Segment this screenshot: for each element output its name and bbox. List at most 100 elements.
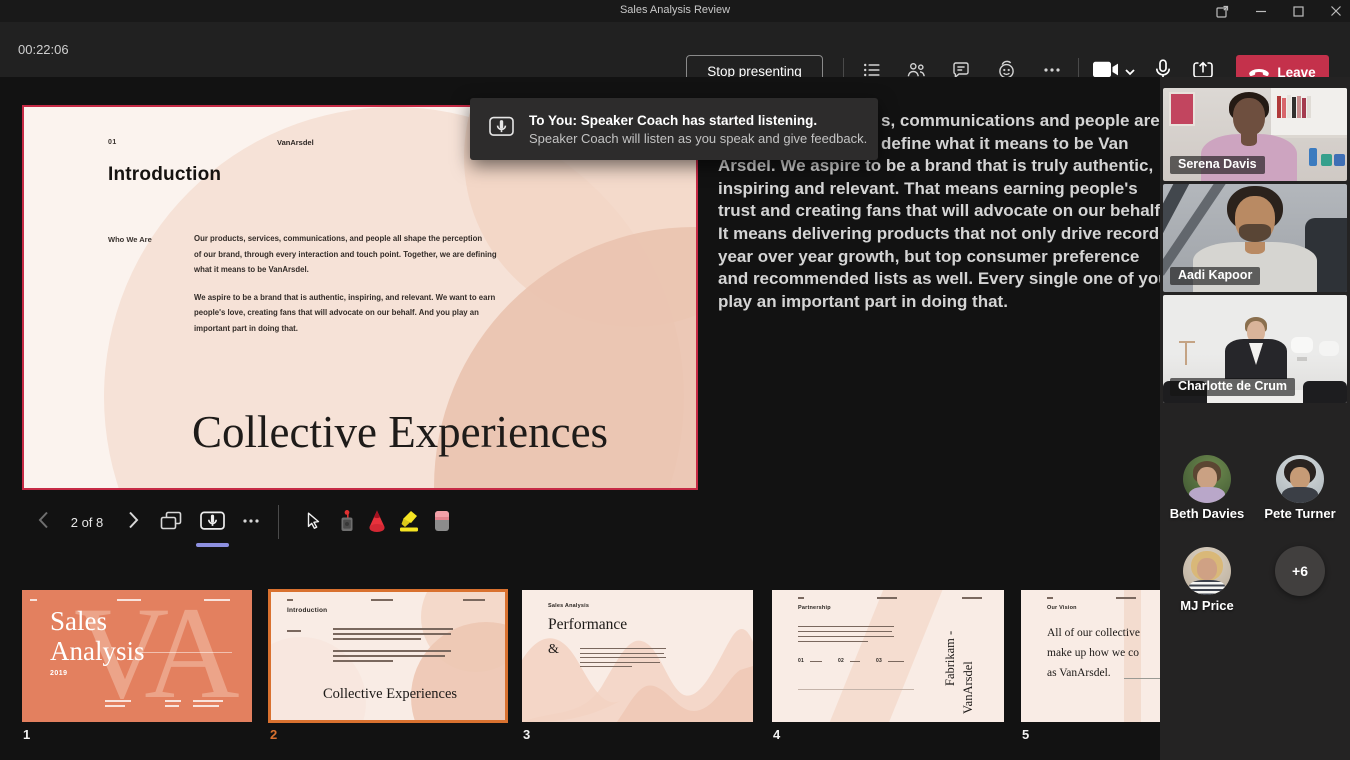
red-pen-icon xyxy=(366,509,388,538)
filmstrip-slide-4-number: 4 xyxy=(773,727,780,742)
notes-line: It means delivering products that not on… xyxy=(718,223,1150,246)
avatar-name-label: MJ Price xyxy=(1152,598,1262,613)
thumb-title-line: Performance xyxy=(548,616,627,634)
meeting-timer: 00:22:06 xyxy=(18,42,69,57)
thumb-text-line: as VanArsdel. xyxy=(1047,667,1111,679)
speaker-coach-icon xyxy=(488,115,515,144)
highlighter-tool-button[interactable] xyxy=(393,507,425,539)
thumb-title: Collective Experiences xyxy=(323,686,457,703)
thumb-item-number: 01 xyxy=(798,658,804,664)
overflow-count: +6 xyxy=(1292,563,1308,579)
filmstrip-slide-1-number: 1 xyxy=(23,727,30,742)
slide-body-line: people's love, creating fans that will a… xyxy=(194,305,497,321)
slide-section-label: Who We Are xyxy=(108,235,152,244)
participant-name-label: Serena Davis xyxy=(1170,156,1265,174)
thumb-item-number: 02 xyxy=(838,658,844,664)
filmstrip-slide-4[interactable]: Partnership 01 02 03 Fabrikam - VanArsde… xyxy=(772,590,1004,722)
avatar-mj-price[interactable] xyxy=(1183,547,1231,595)
slide-page-number: 01 xyxy=(108,139,117,146)
maximize-button[interactable] xyxy=(1293,6,1304,17)
person-neck xyxy=(1241,134,1257,146)
thumb-title-line: & xyxy=(548,642,559,658)
eraser-icon xyxy=(432,509,452,538)
meeting-toolbar: 00:22:06 Stop presenting xyxy=(0,22,1350,77)
filmstrip-slide-3[interactable]: Sales Analysis Performance & xyxy=(522,590,753,722)
teams-meeting-window: Sales Analysis Review 00:22:06 Stop pres… xyxy=(0,0,1350,760)
window-title: Sales Analysis Review xyxy=(0,4,1350,16)
slide-body-line: of our brand, through every interaction … xyxy=(194,247,497,263)
title-bar: Sales Analysis Review xyxy=(0,0,1350,22)
laser-pointer-icon xyxy=(337,509,357,538)
overflow-participants-badge[interactable]: +6 xyxy=(1275,546,1325,596)
avatar-name-label: Pete Turner xyxy=(1245,506,1350,521)
speaker-coach-toast[interactable]: To You: Speaker Coach has started listen… xyxy=(470,98,878,160)
slide-deck-icon xyxy=(159,510,183,537)
toast-subtitle: Speaker Coach will listen as you speak a… xyxy=(529,131,867,146)
video-tile-charlotte-de-crum[interactable]: Charlotte de Crum xyxy=(1163,295,1347,403)
participants-sidebar: Serena Davis Aadi Kapoor xyxy=(1160,77,1350,760)
participant-name-label: Charlotte de Crum xyxy=(1170,378,1295,396)
slide-body-text: Our products, services, communications, … xyxy=(194,231,497,336)
presenter-coach-button[interactable] xyxy=(194,509,230,537)
thumb-title-line: Analysis xyxy=(50,636,145,667)
presenter-coach-icon xyxy=(199,510,226,537)
slide-body-line: important part in doing that. xyxy=(194,321,497,337)
cup-decor xyxy=(1321,154,1332,166)
filmstrip-slide-5[interactable]: Our Vision All of our collective make up… xyxy=(1021,590,1160,722)
notes-line: and recommended lists as well. Every sin… xyxy=(718,268,1150,291)
thumb-item-number: 03 xyxy=(876,658,882,664)
ellipsis-icon xyxy=(241,511,261,536)
slide-grid-button[interactable] xyxy=(155,509,187,537)
thumb-text-line: make up how we co xyxy=(1047,647,1139,659)
thumb-header-mark xyxy=(117,599,141,601)
laser-pointer-tool-button[interactable] xyxy=(332,507,362,539)
bookshelf-decor xyxy=(1271,88,1347,138)
thumb-heading: Our Vision xyxy=(1047,605,1077,611)
slide-body-line: Our products, services, communications, … xyxy=(194,231,497,247)
filmstrip-slide-3-number: 3 xyxy=(523,727,530,742)
avatar-pete-turner[interactable] xyxy=(1276,455,1324,503)
pop-out-icon[interactable] xyxy=(1216,5,1229,18)
thumb-vertical-title: Fabrikam - VanArsdel xyxy=(943,598,976,714)
avatar-beth-davies[interactable] xyxy=(1183,455,1231,503)
chevron-left-icon xyxy=(38,511,49,534)
video-tile-aadi-kapoor[interactable]: Aadi Kapoor xyxy=(1163,184,1347,292)
close-button[interactable] xyxy=(1330,5,1342,17)
minimize-button[interactable] xyxy=(1255,5,1267,17)
thumb-rule xyxy=(1124,678,1160,679)
thumb-title-line: Sales xyxy=(50,606,107,637)
filmstrip-slide-2-number: 2 xyxy=(270,727,277,742)
slide-body-line: what it means to be VanArsdel. xyxy=(194,262,497,278)
previous-slide-button[interactable] xyxy=(30,507,56,537)
notes-line: play an important part in doing that. xyxy=(718,291,1150,314)
filmstrip-slide-1[interactable]: VA Sales Analysis 2019 xyxy=(22,590,252,722)
eraser-tool-button[interactable] xyxy=(426,507,458,539)
nav-divider xyxy=(278,505,279,539)
active-tool-underline xyxy=(196,543,229,547)
thumb-header-mark xyxy=(30,599,37,601)
current-slide[interactable]: 01 VanArsdel Introduction Who We Are Our… xyxy=(22,105,698,490)
poster-decor xyxy=(1169,92,1195,126)
slide-navigation-bar: 2 of 8 xyxy=(0,503,700,553)
video-tile-serena-davis[interactable]: Serena Davis xyxy=(1163,88,1347,181)
chair-silhouette xyxy=(1303,381,1347,403)
bottle-decor xyxy=(1309,148,1317,166)
table-decor xyxy=(1185,343,1187,365)
thumb-vertical-text: VanArsdel xyxy=(961,598,976,714)
cursor-tool-button[interactable] xyxy=(298,507,328,539)
filmstrip-slide-2-selected[interactable]: Introduction Collective Experiences xyxy=(268,589,508,723)
slide-background: 01 VanArsdel Introduction Who We Are Our… xyxy=(24,107,696,488)
pen-tool-button[interactable] xyxy=(362,507,392,539)
thumb-rule xyxy=(140,652,232,653)
slide-position-indicator: 2 of 8 xyxy=(62,507,112,537)
toast-title: To You: Speaker Coach has started listen… xyxy=(529,113,867,128)
person-beard xyxy=(1239,224,1271,242)
presentation-stage: 01 VanArsdel Introduction Who We Are Our… xyxy=(0,77,1160,760)
next-slide-button[interactable] xyxy=(120,507,146,537)
participant-name-label: Aadi Kapoor xyxy=(1170,267,1260,285)
thumb-year: 2019 xyxy=(50,670,68,677)
person-neck xyxy=(1245,242,1265,254)
cursor-arrow-icon xyxy=(305,511,322,535)
slide-body-line: We aspire to be a brand that is authenti… xyxy=(194,290,497,306)
slide-more-options-button[interactable] xyxy=(236,509,266,537)
